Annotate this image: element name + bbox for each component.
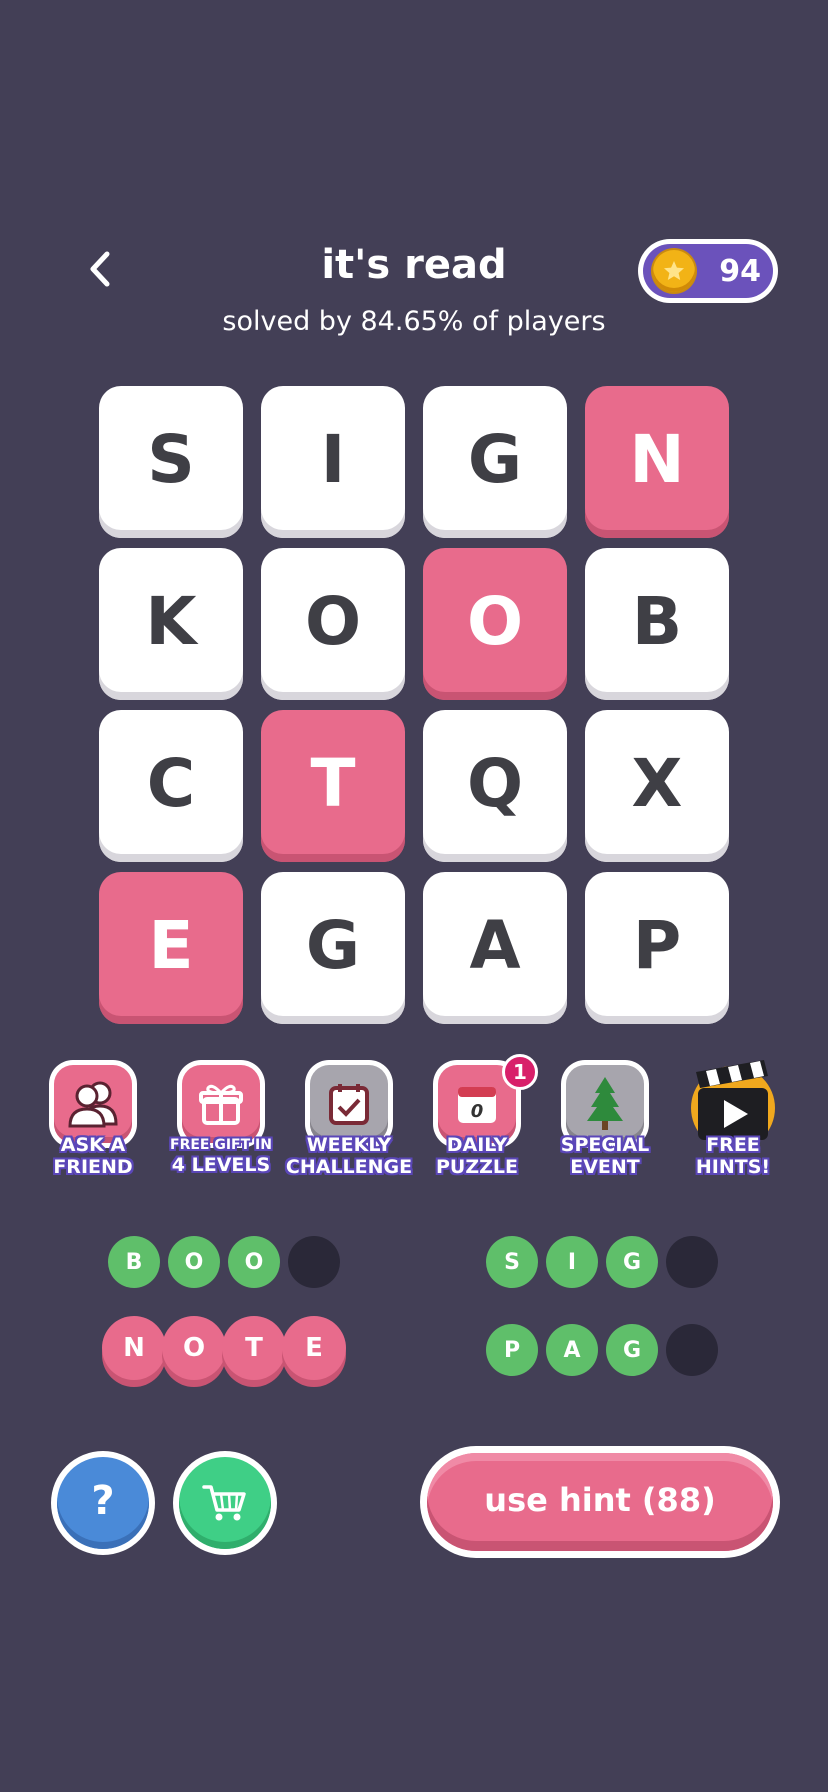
letter-tile-selected[interactable]: E [99, 872, 243, 1024]
word-letter: O [228, 1236, 280, 1288]
letter-tile[interactable]: S [99, 386, 243, 538]
letter-tile[interactable]: K [99, 548, 243, 700]
word-letter: G [606, 1324, 658, 1376]
word-letter-empty [666, 1236, 718, 1288]
feature-label: FRIEND [53, 1156, 133, 1178]
feature-label: PUZZLE [436, 1156, 518, 1178]
feature-label: HINTS! [695, 1156, 771, 1178]
notification-badge: 1 [502, 1054, 538, 1090]
feature-label: EVENT [570, 1156, 640, 1178]
feature-label: FREE GIFT IN [170, 1137, 272, 1153]
feature-label: CHALLENGE [285, 1156, 413, 1178]
word-letter-current: O [162, 1316, 226, 1380]
free-gift-button[interactable]: FREE GIFT IN 4 LEVELS [162, 1060, 280, 1190]
help-button[interactable]: ? [51, 1451, 155, 1555]
letter-tile[interactable]: C [99, 710, 243, 862]
weekly-challenge-button[interactable]: WEEKLY CHALLENGE [286, 1060, 412, 1190]
letter-tile[interactable]: X [585, 710, 729, 862]
coin-count: 94 [719, 254, 761, 289]
solved-percentage: solved by 84.65% of players [222, 306, 606, 337]
feature-label: DAILY [446, 1134, 508, 1156]
letter-tile-selected[interactable]: O [423, 548, 567, 700]
ask-a-friend-button[interactable]: ASK A FRIEND [34, 1060, 152, 1190]
letter-tile-selected[interactable]: T [261, 710, 405, 862]
use-hint-button[interactable]: use hint (88) [420, 1446, 780, 1558]
free-hints-button[interactable]: FREE HINTS! [674, 1056, 792, 1186]
word-letter-empty [666, 1324, 718, 1376]
word-letter-current: E [282, 1316, 346, 1380]
word-letter: G [606, 1236, 658, 1288]
letter-tile[interactable]: P [585, 872, 729, 1024]
word-letter: I [546, 1236, 598, 1288]
letter-tile[interactable]: O [261, 548, 405, 700]
word-letter: S [486, 1236, 538, 1288]
letter-tile[interactable]: A [423, 872, 567, 1024]
word-letter: B [108, 1236, 160, 1288]
daily-puzzle-button[interactable]: 0 1 DAILY PUZZLE [418, 1054, 538, 1190]
letter-tile[interactable]: B [585, 548, 729, 700]
daily-calendar-icon: 0 [458, 1087, 496, 1123]
feature-label: ASK A [60, 1134, 126, 1156]
question-icon: ? [91, 1478, 115, 1524]
calendar-check-icon [329, 1084, 369, 1125]
letter-tile[interactable]: I [261, 386, 405, 538]
word-letter: P [486, 1324, 538, 1376]
coin-balance[interactable]: 94 [638, 239, 778, 303]
feature-label: WEEKLY [306, 1134, 392, 1156]
feature-label: FREE [706, 1134, 760, 1156]
feature-label: 4 LEVELS [171, 1154, 271, 1176]
letter-tile[interactable]: Q [423, 710, 567, 862]
tree-icon [587, 1077, 623, 1130]
friends-icon [68, 1081, 118, 1128]
word-letter-current: N [102, 1316, 166, 1380]
shop-button[interactable] [173, 1451, 277, 1555]
word-letter-empty [288, 1236, 340, 1288]
word-letter: O [168, 1236, 220, 1288]
letter-tile[interactable]: G [423, 386, 567, 538]
letter-tile-selected[interactable]: N [585, 386, 729, 538]
word-letter: A [546, 1324, 598, 1376]
feature-label: SPECIAL [560, 1134, 650, 1156]
word-letter-current: T [222, 1316, 286, 1380]
letter-tile[interactable]: G [261, 872, 405, 1024]
coin-icon [653, 250, 695, 292]
cart-icon [202, 1485, 246, 1521]
svg-text:0: 0 [471, 1101, 484, 1122]
use-hint-label: use hint (88) [427, 1453, 773, 1551]
gift-icon [199, 1084, 243, 1125]
special-event-button[interactable]: SPECIAL EVENT [546, 1060, 664, 1190]
